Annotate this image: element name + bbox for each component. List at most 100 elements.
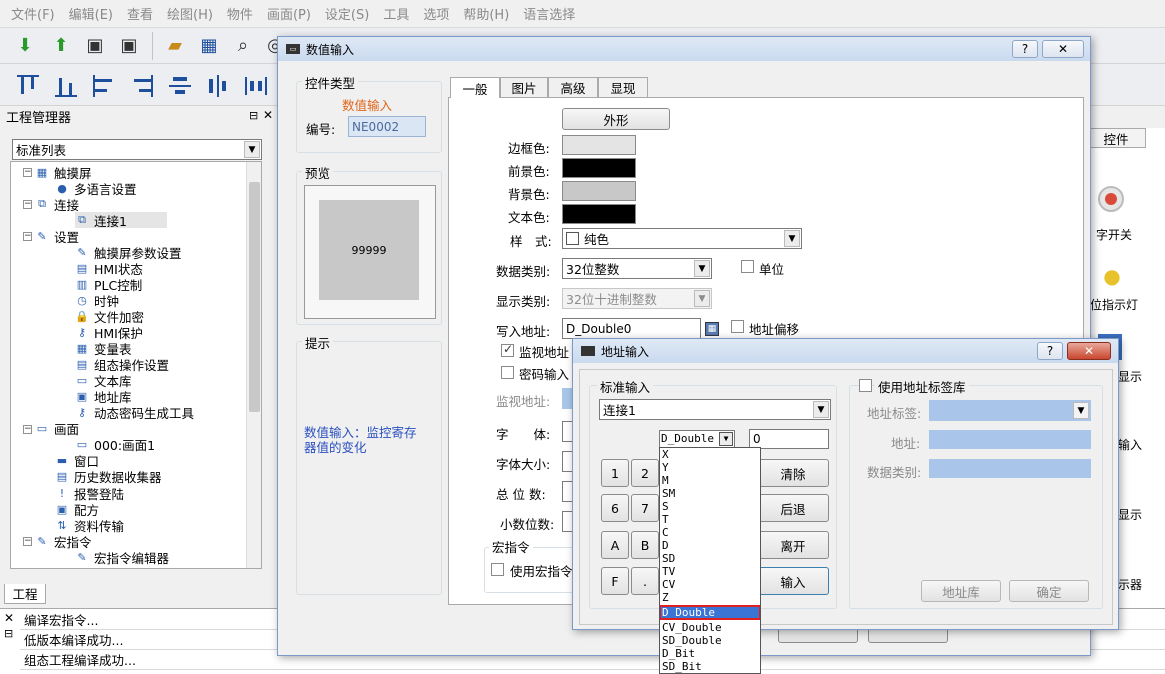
tree-item[interactable]: ▭ 画面 — [35, 421, 79, 437]
border-color-swatch[interactable] — [562, 135, 636, 155]
dropdown-option[interactable]: Y — [660, 461, 760, 474]
dropdown-option[interactable]: SM — [660, 487, 760, 500]
shape-button[interactable]: 外形 — [562, 108, 670, 130]
expand-toggle[interactable]: − — [23, 168, 32, 177]
chevron-down-icon[interactable]: ▼ — [719, 432, 733, 446]
menu-item[interactable]: 物件 — [220, 4, 260, 23]
text-color-swatch[interactable] — [562, 204, 636, 224]
menu-item[interactable]: 画面(P) — [260, 4, 318, 23]
pin-icon[interactable]: ⊟ — [249, 109, 258, 122]
align-right-icon[interactable] — [130, 74, 154, 98]
switch-icon[interactable] — [1098, 186, 1124, 212]
tree-item[interactable]: ✎ 宏指令 — [35, 533, 91, 550]
close-icon[interactable]: ✕ — [4, 611, 14, 625]
leave-button[interactable]: 离开 — [757, 531, 829, 559]
dropdown-option[interactable]: SD — [660, 552, 760, 565]
expand-toggle[interactable]: − — [23, 200, 32, 210]
tab-display[interactable]: 显现 — [598, 77, 648, 97]
dropdown-option[interactable]: T — [660, 513, 760, 526]
pin-icon[interactable]: ⊟ — [4, 627, 13, 640]
close-icon[interactable]: ✕ — [263, 108, 273, 122]
dropdown-option[interactable]: X — [660, 448, 760, 461]
dropdown-option[interactable]: SD_Bit — [660, 660, 760, 673]
datatype-input[interactable] — [929, 459, 1091, 478]
key-dot[interactable]: . — [631, 567, 659, 595]
list-mode-select[interactable]: 标准列表 ▼ — [12, 139, 262, 160]
close-button[interactable]: ✕ — [1042, 40, 1084, 58]
unit-checkbox[interactable] — [741, 260, 754, 273]
write-addr-input[interactable]: D_Double0 — [562, 318, 701, 339]
backspace-button[interactable]: 后退 — [757, 494, 829, 522]
key-1[interactable]: 1 — [601, 459, 629, 487]
dropdown-option[interactable]: TV — [660, 565, 760, 578]
chevron-down-icon[interactable]: ▼ — [694, 260, 710, 277]
chevron-down-icon[interactable]: ▼ — [784, 230, 800, 247]
data-type-select[interactable]: 32位整数 ▼ — [562, 258, 712, 279]
dropdown-option[interactable]: D_Double — [660, 605, 760, 620]
dropdown-option[interactable]: CV_Double — [660, 621, 760, 634]
key-2[interactable]: 2 — [631, 459, 659, 487]
key-a[interactable]: A — [601, 531, 629, 559]
align-center-v-icon[interactable] — [168, 74, 192, 98]
offline-sim-icon[interactable]: ▣ — [82, 33, 108, 57]
display-type-select[interactable]: 32位十进制整数 ▼ — [562, 288, 712, 309]
chevron-down-icon[interactable]: ▼ — [1073, 402, 1089, 419]
tag-select[interactable]: ▼ — [929, 400, 1091, 421]
tab-project[interactable]: 工程 — [4, 584, 46, 604]
addr-offset-checkbox[interactable] — [731, 320, 744, 333]
chevron-down-icon[interactable]: ▼ — [813, 401, 829, 418]
password-checkbox[interactable] — [501, 366, 514, 379]
tab-general[interactable]: 一般 — [450, 77, 500, 98]
key-7[interactable]: 7 — [631, 494, 659, 522]
dropdown-option[interactable]: D_Bit — [660, 647, 760, 660]
dropdown-option[interactable]: SD_Double — [660, 634, 760, 647]
tab-advanced[interactable]: 高级 — [548, 77, 598, 97]
use-macro-checkbox[interactable] — [491, 563, 504, 576]
clear-button[interactable]: 清除 — [757, 459, 829, 487]
menu-item[interactable]: 工具 — [376, 4, 416, 23]
menu-item[interactable]: 帮助(H) — [456, 4, 516, 23]
help-button[interactable]: ? — [1037, 342, 1063, 360]
tree-item[interactable]: ✎ 宏指令编辑器 — [75, 549, 169, 566]
tree-item[interactable]: ⧉ 连接 — [35, 196, 79, 213]
dropdown-option[interactable]: D — [660, 539, 760, 552]
tab-controls[interactable]: 控件 — [1086, 128, 1146, 148]
upload-icon[interactable]: ⬆ — [48, 33, 74, 57]
ok-button[interactable]: 确定 — [1009, 580, 1089, 602]
align-left-icon[interactable] — [92, 74, 116, 98]
expand-toggle[interactable]: − — [23, 424, 32, 434]
device-type-select[interactable]: D_Double ▼ — [659, 430, 735, 448]
back-color-swatch[interactable] — [562, 181, 636, 201]
find-icon[interactable]: ⌕ — [230, 33, 256, 57]
tree-item[interactable]: ⧉ 连接1 — [75, 212, 167, 229]
align-top-icon[interactable] — [16, 74, 40, 98]
key-b[interactable]: B — [631, 531, 659, 559]
address-value-input[interactable]: 0 — [749, 429, 829, 449]
tree-scrollbar[interactable] — [246, 162, 261, 568]
key-f[interactable]: F — [601, 567, 629, 595]
use-tag-lib-checkbox[interactable] — [859, 379, 872, 392]
tab-picture[interactable]: 图片 — [500, 77, 548, 97]
key-6[interactable]: 6 — [601, 494, 629, 522]
menu-item[interactable]: 设定(S) — [318, 4, 376, 23]
help-button[interactable]: ? — [1012, 40, 1038, 58]
menu-item[interactable]: 查看 — [120, 4, 160, 23]
menu-item[interactable]: 选项 — [416, 4, 456, 23]
tree-item[interactable]: ⚷ 动态密码生成工具 — [75, 405, 194, 421]
close-button[interactable]: ✕ — [1067, 342, 1111, 360]
align-bottom-icon[interactable] — [54, 74, 78, 98]
bulb-icon[interactable]: ● — [1100, 264, 1124, 290]
connection-select[interactable]: 连接1 ▼ — [599, 399, 831, 420]
dropdown-option[interactable]: C — [660, 526, 760, 539]
calculator-icon[interactable]: ▦ — [705, 322, 719, 336]
tree-item[interactable]: ✎ 设置 — [35, 228, 79, 245]
style-select[interactable]: 纯色 ▼ — [562, 228, 802, 249]
address-library-button[interactable]: 地址库 — [921, 580, 1001, 602]
menu-item[interactable]: 文件(F) — [4, 4, 62, 23]
chevron-down-icon[interactable]: ▼ — [244, 141, 260, 158]
menu-item[interactable]: 绘图(H) — [160, 4, 220, 23]
dropdown-option[interactable]: M — [660, 474, 760, 487]
online-sim-icon[interactable]: ▣ — [116, 33, 142, 57]
dropdown-option[interactable]: Z — [660, 591, 760, 604]
menu-item[interactable]: 语言选择 — [516, 4, 582, 23]
